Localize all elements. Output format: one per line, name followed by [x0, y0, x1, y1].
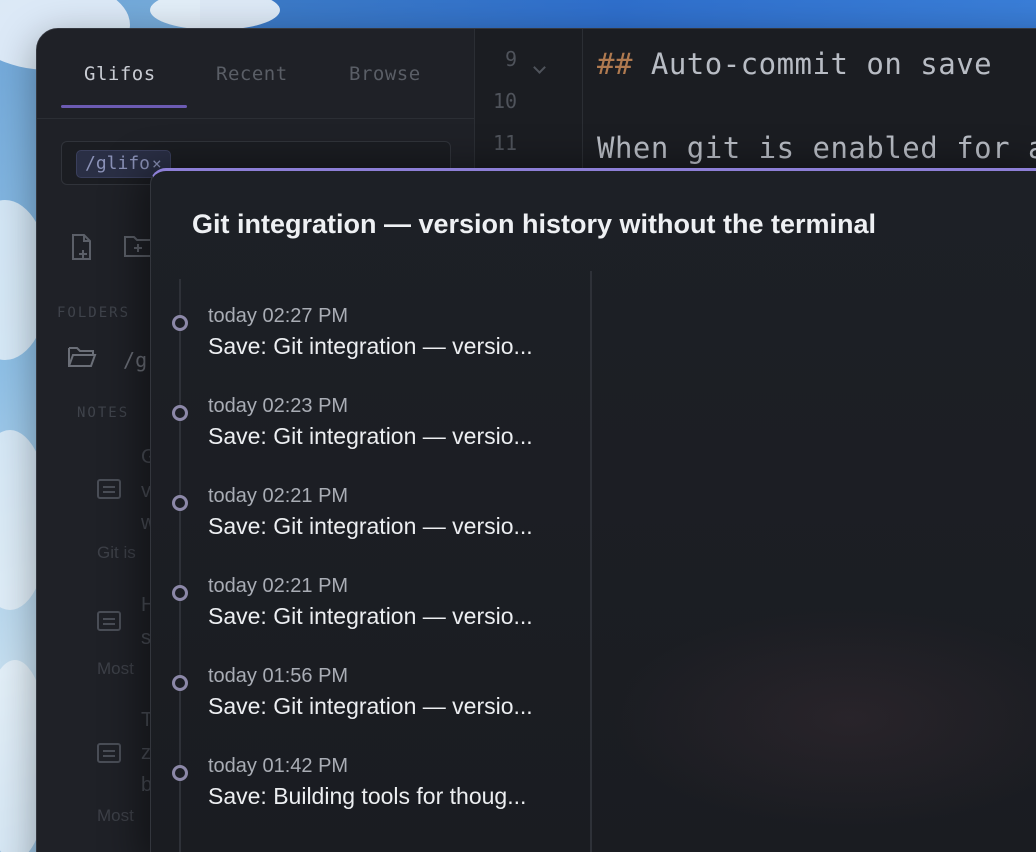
- commit-message: Save: Git integration — versio...: [208, 603, 533, 629]
- folder-item[interactable]: /g: [67, 345, 147, 374]
- tab-browse[interactable]: Browse: [349, 63, 421, 85]
- note-preview: Git is: [97, 543, 136, 562]
- commit-time: today 02:21 PM: [208, 575, 349, 597]
- commit-message: Save: Git integration — versio...: [208, 333, 533, 359]
- new-note-icon[interactable]: [69, 233, 95, 260]
- commit-time: today 02:27 PM: [208, 305, 349, 327]
- note-icon: [97, 479, 121, 499]
- commit-item[interactable]: today 02:23 PM Save: Git integration — v…: [151, 373, 581, 453]
- sidebar-tabs: Glifos Recent Browse: [37, 29, 475, 119]
- code-line-text: Auto-commit on save: [632, 47, 993, 81]
- commit-item[interactable]: today 02:27 PM Save: Git integration — v…: [151, 283, 581, 363]
- folder-path: /g: [123, 347, 148, 372]
- commit-message: Save: Git integration — versio...: [208, 693, 533, 719]
- note-preview: Most: [97, 806, 134, 825]
- fold-chevron-icon[interactable]: [533, 61, 546, 74]
- commit-time: today 01:56 PM: [208, 665, 349, 687]
- line-number: 10: [493, 89, 518, 113]
- commit-time: today 02:23 PM: [208, 395, 349, 417]
- line-number: 9: [505, 47, 518, 71]
- active-tab-indicator: [61, 105, 187, 108]
- version-history-modal: Git integration — version history withou…: [150, 168, 1036, 852]
- tab-recent[interactable]: Recent: [216, 63, 288, 85]
- tab-glifos[interactable]: Glifos: [84, 63, 156, 85]
- commit-item[interactable]: today 02:21 PM Save: Git integration — v…: [151, 463, 581, 543]
- modal-title: Git integration — version history withou…: [192, 209, 877, 239]
- modal-glow: [610, 608, 1036, 828]
- commit-dot-icon: [172, 675, 188, 691]
- search-filter-chip-label: /glifo: [85, 153, 151, 174]
- commit-dot-icon: [172, 315, 188, 331]
- note-icon: [97, 743, 121, 763]
- line-number: 11: [493, 131, 518, 155]
- notes-section-label: NOTES: [77, 405, 130, 421]
- commit-item[interactable]: today 02:21 PM Save: Git integration — v…: [151, 553, 581, 633]
- code-line-text: When git is enabled for a: [597, 131, 1036, 165]
- commit-message: Save: Git integration — versio...: [208, 513, 533, 539]
- commit-item[interactable]: today 01:56 PM Save: Git integration — v…: [151, 643, 581, 723]
- commit-dot-icon: [172, 495, 188, 511]
- folders-section-label: FOLDERS: [57, 305, 131, 321]
- note-icon: [97, 611, 121, 631]
- commit-message: Save: Git integration — versio...: [208, 423, 533, 449]
- code-line: When git is enabled for a: [597, 131, 1036, 165]
- commit-dot-icon: [172, 585, 188, 601]
- commit-message: Save: Building tools for thoug...: [208, 783, 527, 809]
- code-line: ## Auto-commit on save: [597, 47, 992, 81]
- note-preview: Most: [97, 659, 134, 678]
- folder-open-icon: [67, 345, 97, 374]
- markdown-heading-marker: ##: [597, 47, 633, 81]
- commit-time: today 01:42 PM: [208, 755, 349, 777]
- commit-item[interactable]: today 01:42 PM Save: Building tools for …: [151, 733, 581, 813]
- panel-divider: [590, 271, 592, 852]
- new-folder-icon[interactable]: [123, 233, 152, 259]
- commit-dot-icon: [172, 405, 188, 421]
- commit-dot-icon: [172, 765, 188, 781]
- commit-time: today 02:21 PM: [208, 485, 349, 507]
